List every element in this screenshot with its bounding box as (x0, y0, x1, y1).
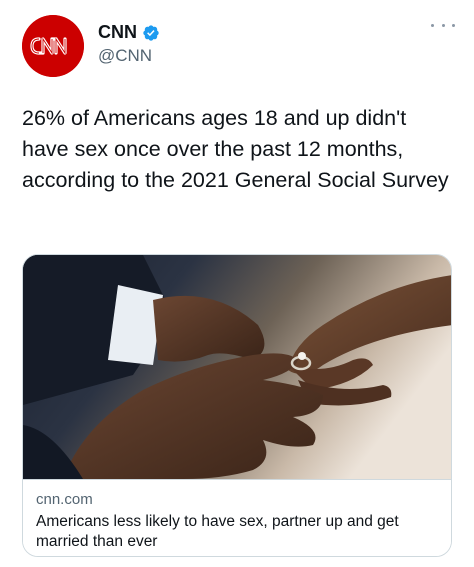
author-display-name[interactable]: CNN (98, 22, 137, 43)
ellipsis-icon-dot (452, 23, 455, 27)
author-handle[interactable]: @CNN (98, 46, 152, 66)
ellipsis-icon-dot (431, 23, 434, 27)
more-options-button[interactable] (431, 18, 455, 32)
tweet-text: 26% of Americans ages 18 and up didn't h… (22, 106, 449, 192)
tweet: CNN @CNN 26% of Americans ages 18 and up… (0, 0, 474, 567)
card-domain: cnn.com (36, 491, 93, 508)
verified-badge-icon (143, 24, 159, 41)
card-footer[interactable]: cnn.com Americans less likely to have se… (23, 479, 451, 556)
card-title: Americans less likely to have sex, partn… (36, 513, 399, 550)
card-image[interactable] (23, 255, 451, 479)
ellipsis-icon-dot (441, 23, 445, 27)
author-name-row[interactable]: CNN (98, 22, 160, 43)
link-preview-card[interactable]: cnn.com Americans less likely to have se… (22, 254, 452, 557)
hands-ring-image (23, 255, 451, 479)
cnn-logo-icon (22, 15, 84, 77)
cnn-avatar[interactable] (22, 15, 84, 77)
